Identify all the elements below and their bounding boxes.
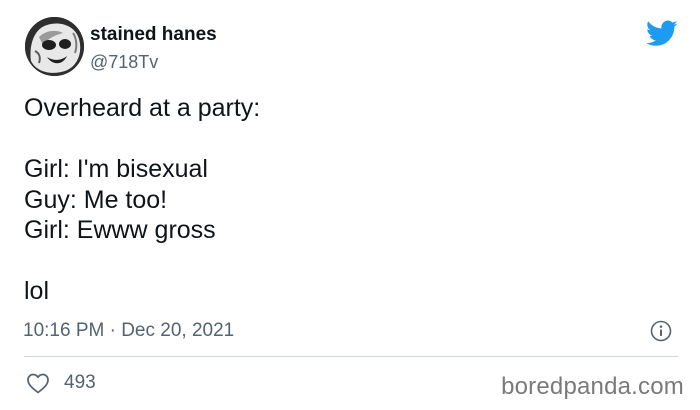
twitter-bird-icon[interactable]: [646, 20, 678, 47]
tweet-line: Guy: Me too!: [24, 185, 168, 214]
tweet-line: Overheard at a party:: [24, 94, 261, 122]
like-button[interactable]: 493: [26, 371, 96, 395]
author-display-name[interactable]: stained hanes: [90, 24, 217, 46]
tweet-timestamp[interactable]: 10:16 PM · Dec 20, 2021: [23, 320, 234, 342]
info-icon[interactable]: [650, 320, 672, 342]
tweet-line: Girl: Ewww gross: [24, 216, 216, 244]
tweet-line: lol: [24, 277, 50, 305]
like-count: 493: [64, 372, 96, 393]
heart-icon: [27, 373, 49, 394]
divider: [24, 356, 678, 357]
masked-wrestler-avatar-icon: [25, 17, 84, 76]
avatar[interactable]: [25, 17, 84, 76]
author-handle[interactable]: @718Tv: [90, 52, 158, 73]
tweet-line: Girl: I'm bisexual: [24, 155, 208, 183]
watermark: boredpanda.com: [501, 373, 684, 400]
tweet-text: Overheard at a party: Girl: I'm bisexual…: [24, 93, 260, 307]
tweet-card: stained hanes @718Tv Overheard at a part…: [0, 0, 700, 410]
